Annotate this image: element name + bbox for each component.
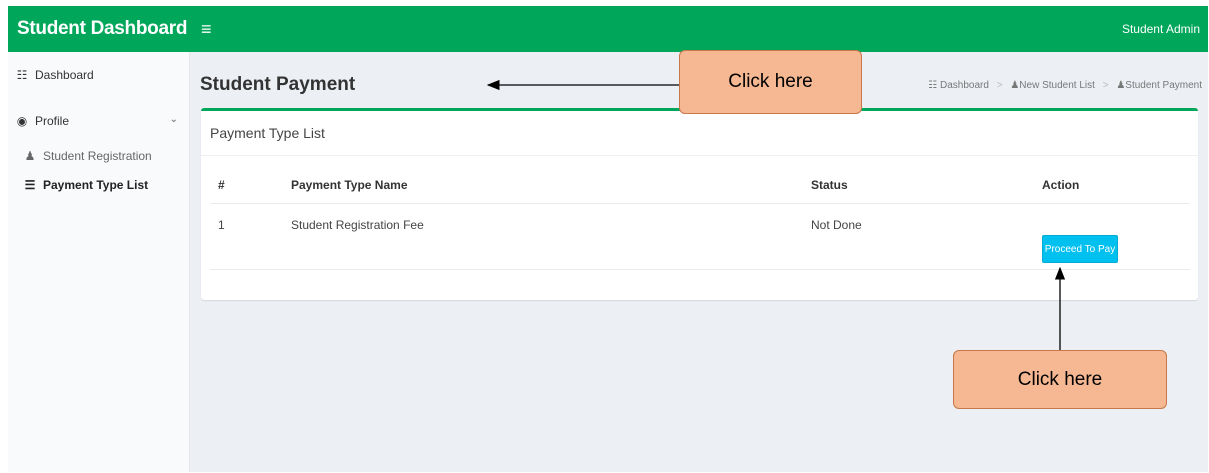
breadcrumb-student-payment: ♟Student Payment xyxy=(1116,80,1202,91)
user-icon: ♟ xyxy=(24,149,36,163)
column-header-number: # xyxy=(218,178,225,192)
chevron-down-icon: ⌄ xyxy=(169,114,178,125)
users-icon: ♟ xyxy=(1010,80,1020,91)
divider xyxy=(210,269,1190,270)
breadcrumb-separator: > xyxy=(996,80,1003,91)
cell-payment-name: Student Registration Fee xyxy=(291,218,424,232)
content-header: Student Payment xyxy=(200,74,355,96)
column-header-action: Action xyxy=(1042,178,1080,192)
column-header-status: Status xyxy=(811,178,848,192)
sidebar-item-dashboard[interactable]: ☷ Dashboard xyxy=(14,68,195,82)
sidebar-item-payment-type-list[interactable]: ☰ Payment Type List xyxy=(22,178,203,192)
dashboard-icon: ☷ xyxy=(16,68,28,82)
column-header-name: Payment Type Name xyxy=(291,178,408,192)
sidebar-item-student-registration[interactable]: ♟ Student Registration xyxy=(22,149,203,163)
breadcrumb: ☷ Dashboard > ♟New Student List > ♟Stude… xyxy=(928,80,1202,91)
sidebar-item-label: Dashboard xyxy=(35,68,94,82)
breadcrumb-separator: > xyxy=(1102,80,1109,91)
payment-type-box: Payment Type List # Payment Type Name St… xyxy=(201,108,1198,300)
breadcrumb-label: Student Payment xyxy=(1125,80,1202,91)
proceed-to-pay-button[interactable]: Proceed To Pay xyxy=(1042,235,1118,263)
callout-click-here-title: Click here xyxy=(679,50,862,114)
hamburger-icon[interactable]: ≡ xyxy=(201,6,212,52)
breadcrumb-new-student-list[interactable]: ♟New Student List xyxy=(1010,80,1095,91)
box-title: Payment Type List xyxy=(210,125,325,141)
eye-icon: ◉ xyxy=(16,114,28,128)
app-title[interactable]: Student Dashboard xyxy=(17,6,187,52)
divider xyxy=(201,155,1198,156)
breadcrumb-label: New Student List xyxy=(1019,80,1095,91)
callout-click-here-button: Click here xyxy=(953,350,1167,409)
sidebar-item-label: Student Registration xyxy=(43,149,152,163)
cell-number: 1 xyxy=(218,218,225,232)
cell-status: Not Done xyxy=(811,218,862,232)
sidebar-item-label: Payment Type List xyxy=(43,178,149,192)
user-menu[interactable]: Student Admin xyxy=(1122,6,1200,52)
page-title: Student Payment xyxy=(200,74,356,95)
dashboard-icon: ☷ xyxy=(928,80,938,91)
sidebar-item-profile[interactable]: ◉ Profile ⌄ xyxy=(14,114,184,128)
top-navbar: Student Dashboard ≡ Student Admin xyxy=(8,6,1208,52)
sidebar-item-label: Profile xyxy=(35,114,70,128)
breadcrumb-dashboard[interactable]: ☷ Dashboard xyxy=(928,80,989,91)
sidebar: ☷ Dashboard ◉ Profile ⌄ ♟ Student Registrat… xyxy=(8,52,190,472)
breadcrumb-label: Dashboard xyxy=(940,80,989,91)
divider xyxy=(210,203,1190,204)
list-icon: ☰ xyxy=(24,178,36,192)
users-icon: ♟ xyxy=(1116,80,1126,91)
